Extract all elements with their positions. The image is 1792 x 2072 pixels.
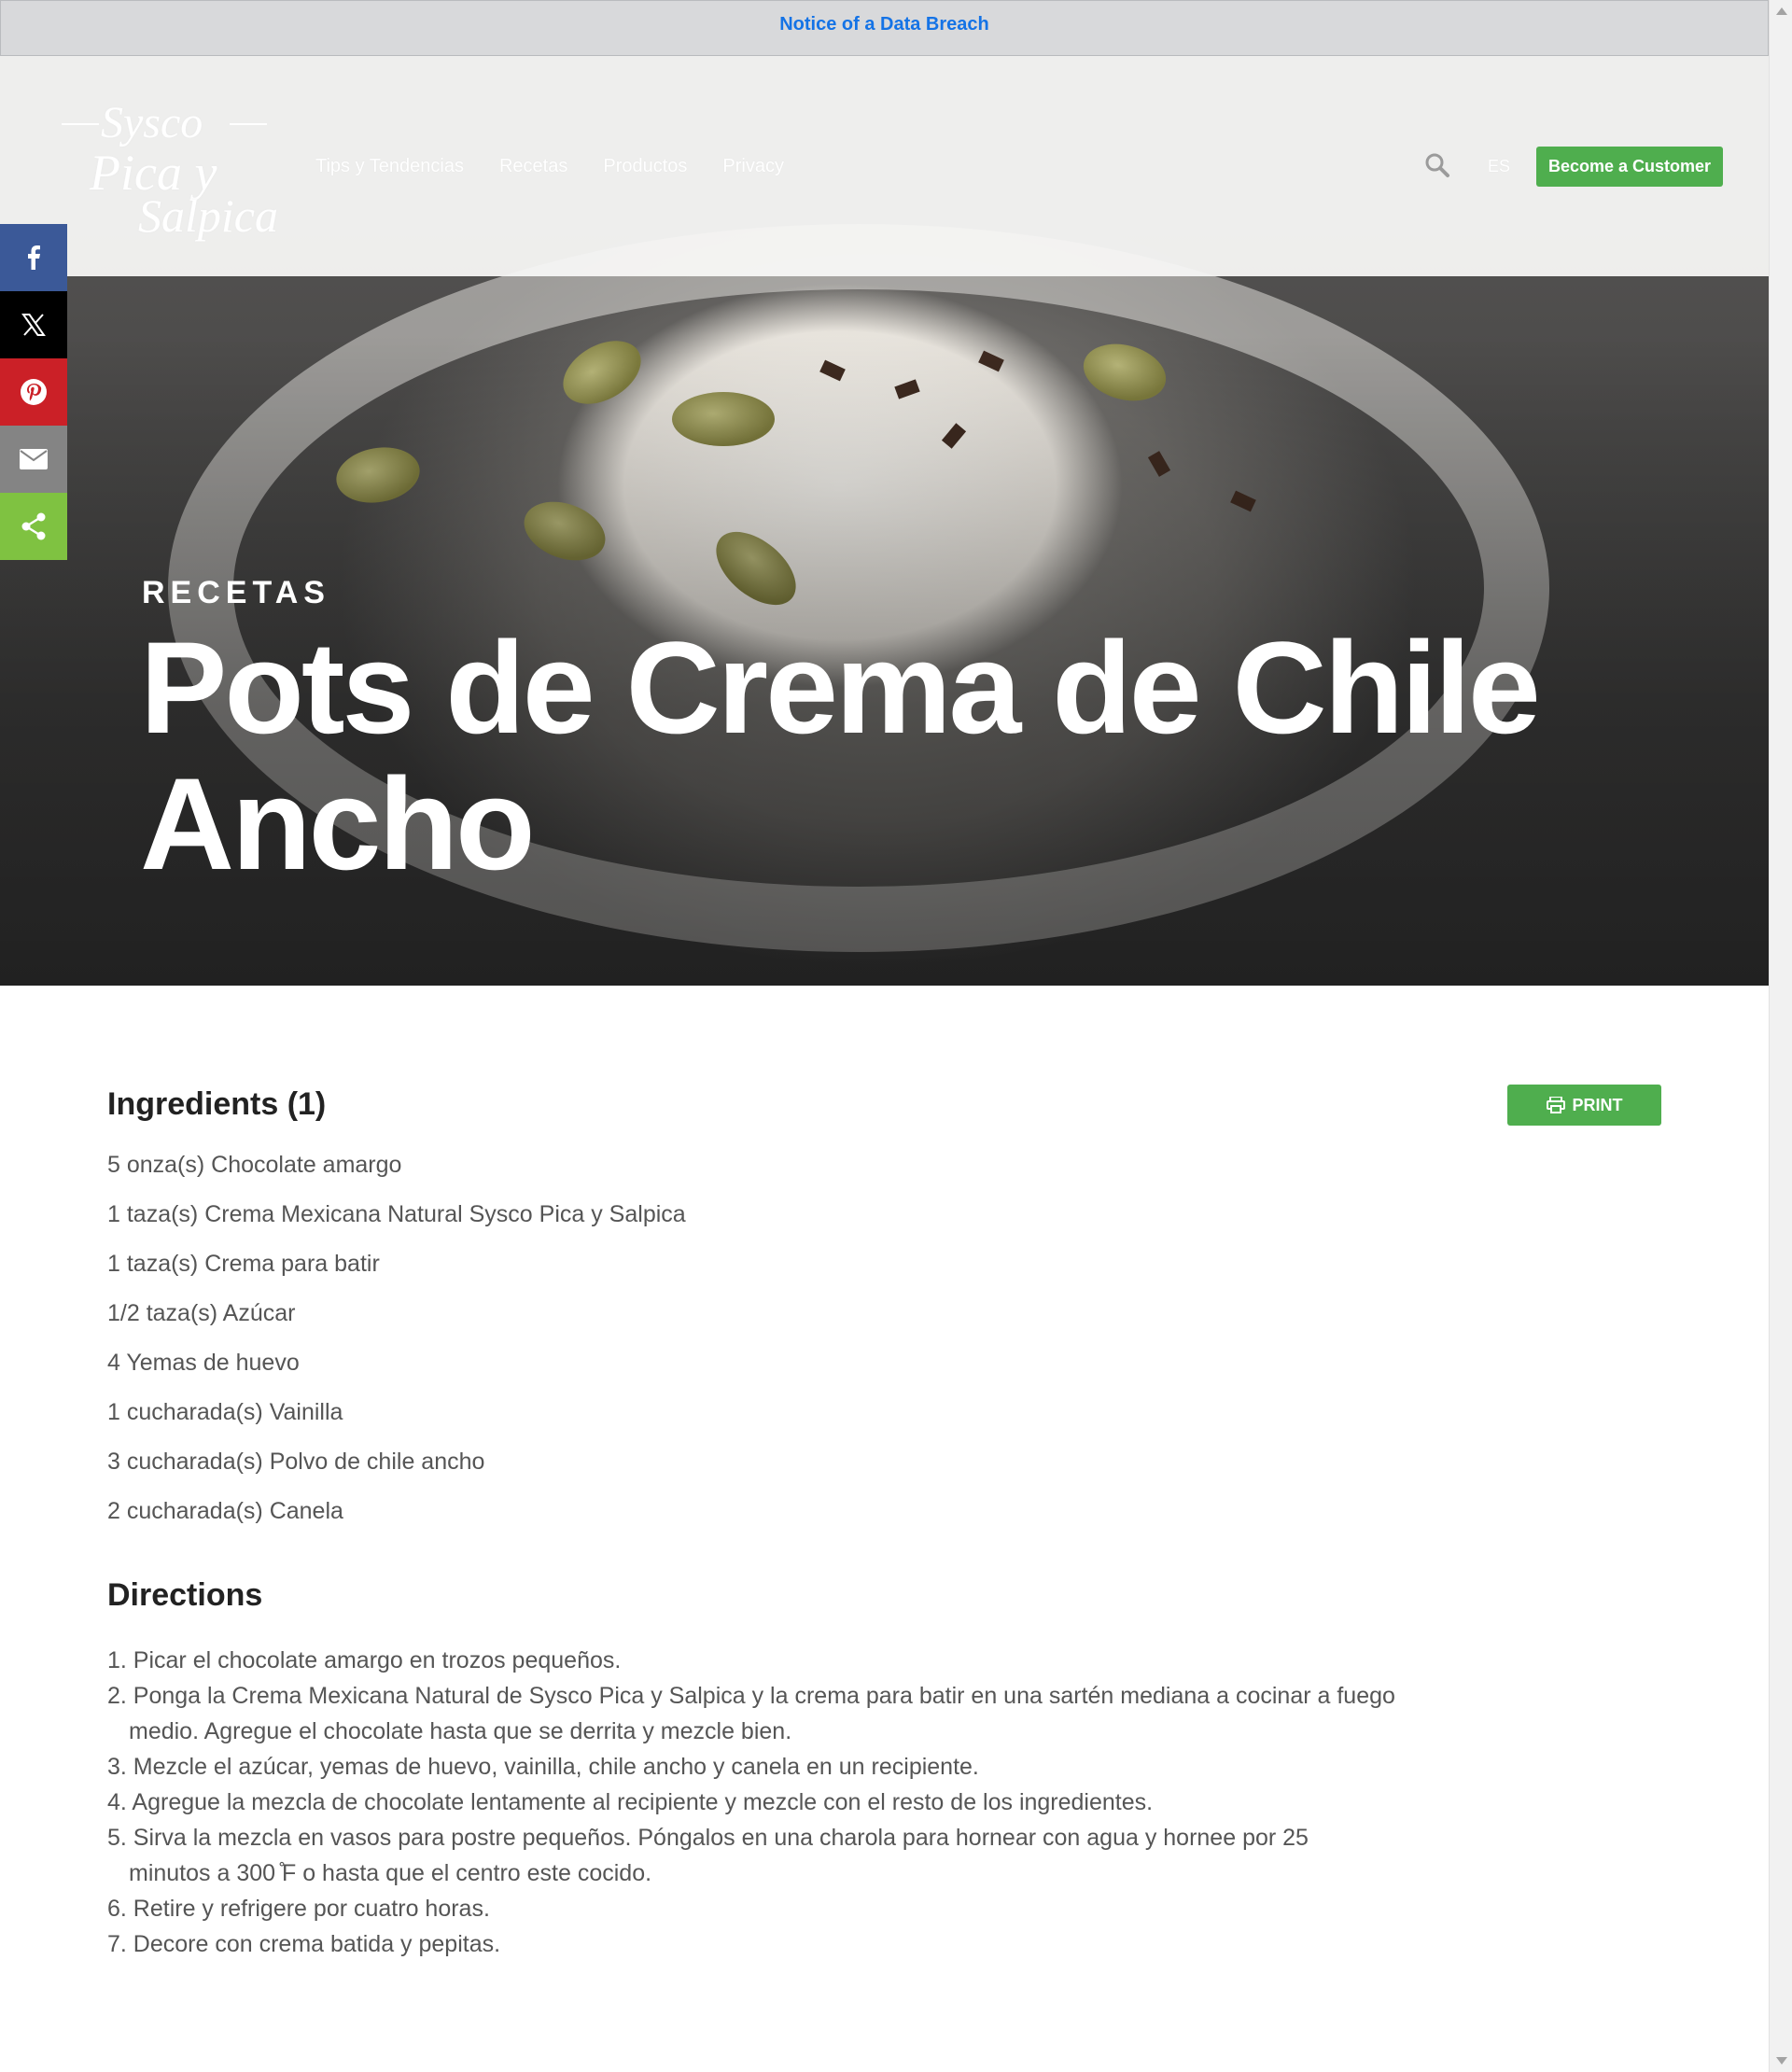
email-icon: [20, 449, 48, 469]
search-icon[interactable]: [1424, 152, 1450, 178]
scroll-down-arrow-icon[interactable]: [1776, 2057, 1787, 2065]
direction-step: 5. Sirva la mezcla en vasos para postre …: [107, 1825, 1309, 1886]
more-share-button[interactable]: [0, 493, 67, 560]
scroll-up-arrow-icon[interactable]: [1776, 7, 1787, 15]
main-nav: Tips y Tendencias Recetas Productos Priv…: [315, 156, 784, 177]
facebook-share-button[interactable]: [0, 224, 67, 291]
category-kicker[interactable]: RECETAS: [142, 575, 330, 611]
social-share-bar: [0, 224, 67, 560]
direction-step: 6. Retire y refrigere por cuatro horas.: [107, 1896, 490, 1922]
ingredient-item: 5 onza(s) Chocolate amargo: [107, 1152, 402, 1178]
direction-step: 3. Mezcle el azúcar, yemas de huevo, vai…: [107, 1754, 979, 1780]
printer-icon: [1546, 1097, 1565, 1113]
ingredient-item: 1 cucharada(s) Vainilla: [107, 1399, 343, 1425]
nav-item-recetas[interactable]: Recetas: [499, 156, 567, 177]
sysco-pica-y-salpica-logo[interactable]: Sysco Pica y Salpica: [58, 97, 278, 246]
share-icon: [21, 512, 46, 540]
direction-step: 1. Picar el chocolate amargo en trozos p…: [107, 1647, 622, 1673]
ingredients-list: 5 onza(s) Chocolate amargo 1 taza(s) Cre…: [107, 1152, 686, 1547]
nav-item-privacy[interactable]: Privacy: [722, 156, 784, 177]
print-button[interactable]: PRINT: [1507, 1085, 1661, 1126]
directions-list: 1. Picar el chocolate amargo en trozos p…: [107, 1643, 1395, 1962]
ingredient-item: 1 taza(s) Crema Mexicana Natural Sysco P…: [107, 1201, 686, 1227]
x-icon: [21, 314, 46, 336]
pinterest-icon: [21, 379, 47, 405]
print-label: PRINT: [1572, 1095, 1623, 1114]
direction-step: 2. Ponga la Crema Mexicana Natural de Sy…: [107, 1683, 1395, 1744]
logo-rule: [230, 123, 267, 125]
nav-item-tips[interactable]: Tips y Tendencias: [315, 156, 464, 177]
page: Notice of a Data Breach Sysco Pica y Sal…: [0, 0, 1769, 2072]
ingredients-heading: Ingredients (1): [107, 1086, 327, 1122]
notice-bar: Notice of a Data Breach: [0, 0, 1769, 56]
language-switch[interactable]: ES: [1488, 157, 1510, 176]
nav-item-productos[interactable]: Productos: [603, 156, 687, 177]
ingredient-item: 1 taza(s) Crema para batir: [107, 1251, 380, 1277]
logo-rule: [62, 123, 99, 125]
ingredient-item: 1/2 taza(s) Azúcar: [107, 1300, 296, 1326]
ingredient-item: 3 cucharada(s) Polvo de chile ancho: [107, 1449, 485, 1475]
become-a-customer-button[interactable]: Become a Customer: [1536, 147, 1723, 187]
vertical-scrollbar[interactable]: [1769, 0, 1792, 2072]
directions-heading: Directions: [107, 1577, 263, 1613]
site-header: Sysco Pica y Salpica Tips y Tendencias R…: [0, 56, 1769, 276]
ingredient-item: 2 cucharada(s) Canela: [107, 1498, 343, 1524]
data-breach-notice-link[interactable]: Notice of a Data Breach: [779, 14, 989, 35]
pinterest-share-button[interactable]: [0, 358, 67, 426]
logo-line-1: Sysco: [101, 98, 203, 147]
direction-step: 4. Agregue la mezcla de chocolate lentam…: [107, 1789, 1154, 1815]
page-title: Pots de Crema de Chile Ancho: [140, 614, 1541, 897]
direction-step: 7. Decore con crema batida y pepitas.: [107, 1931, 501, 1957]
ingredient-item: 4 Yemas de huevo: [107, 1350, 300, 1376]
email-share-button[interactable]: [0, 426, 67, 493]
logo-line-3: Salpica: [138, 189, 278, 242]
x-share-button[interactable]: [0, 291, 67, 358]
facebook-icon: [28, 245, 40, 270]
